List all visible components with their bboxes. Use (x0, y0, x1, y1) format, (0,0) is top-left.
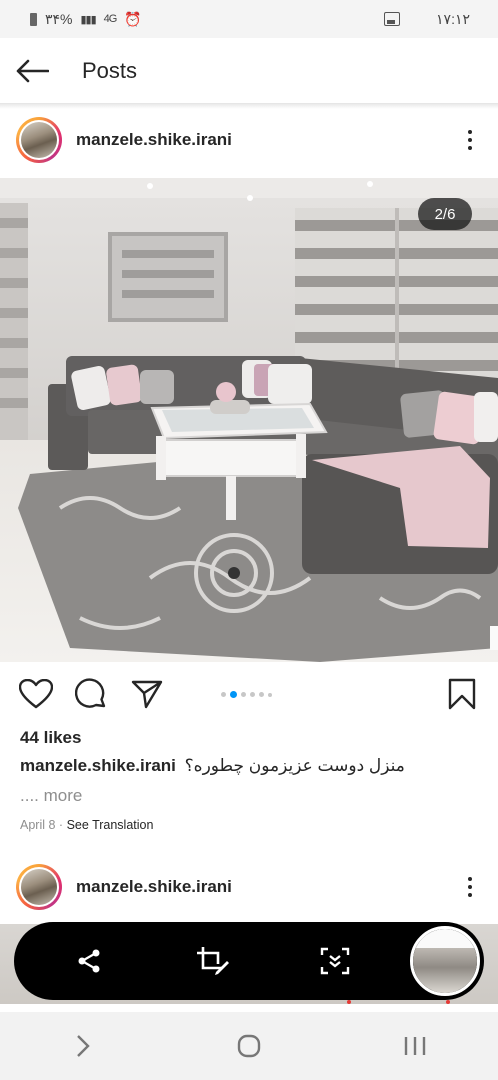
next-post-header: manzele.shike.irani (0, 855, 498, 919)
scroll-capture-icon (320, 947, 350, 975)
bookmark-icon (448, 678, 476, 710)
save-button[interactable] (444, 676, 480, 712)
screenshot-toolbar (14, 922, 484, 1000)
image-counter-badge: 2/6 (418, 198, 472, 230)
like-button[interactable] (18, 676, 54, 712)
indicator-dot (446, 1000, 450, 1004)
comment-icon (75, 678, 106, 708)
recents-icon (404, 1037, 426, 1055)
living-room-photo (0, 178, 498, 662)
carousel-dot (268, 692, 272, 697)
post-actions (0, 662, 498, 726)
home-circle-icon (237, 1034, 261, 1058)
status-time: ۱۷:۱۲ (436, 10, 470, 27)
back-chevron-icon (77, 1035, 90, 1057)
signal-icon: ▮▮▮ (80, 13, 97, 26)
scroll-capture-button[interactable] (318, 944, 352, 978)
status-right: ۱۷:۱۲ (384, 11, 470, 28)
more-options-button[interactable] (468, 130, 472, 150)
carousel-dot-active (230, 691, 237, 698)
system-nav-bar (0, 1012, 498, 1080)
crop-edit-icon (197, 947, 229, 975)
alarm-icon: ⏰ (124, 10, 142, 27)
indicator-dot (347, 1000, 351, 1004)
more-options-button[interactable] (468, 877, 472, 897)
app-header: Posts (0, 38, 498, 104)
arrow-left-icon (16, 59, 49, 82)
caption-username[interactable]: manzele.shike.irani (20, 756, 176, 775)
meta-separator: · (58, 818, 64, 832)
battery-icon (30, 12, 37, 26)
screenshot-thumbnail[interactable] (410, 926, 480, 996)
nav-back-button[interactable] (59, 1022, 107, 1070)
share-button[interactable] (129, 676, 165, 712)
caption: manzele.shike.irani منزل دوست عزیزمون چط… (20, 756, 480, 776)
likes-count[interactable]: 44 likes (20, 728, 81, 748)
avatar-image (21, 869, 57, 905)
status-bar: ۳۴% ▮▮▮ 4G ⏰ ۱۷:۱۲ (0, 0, 498, 38)
carousel-indicator (221, 691, 272, 698)
caption-more-link[interactable]: .... more (20, 786, 82, 806)
screenshot-share-button[interactable] (72, 944, 106, 978)
page-title: Posts (82, 57, 138, 83)
network-type: 4G (103, 13, 118, 25)
carousel-dot (259, 692, 264, 697)
comment-button[interactable] (73, 676, 109, 712)
post-image[interactable]: 2/6 (0, 178, 498, 662)
gallery-icon (384, 12, 401, 26)
carousel-dot (241, 692, 246, 697)
post-date: April 8 (20, 818, 56, 832)
post-header: manzele.shike.irani (0, 108, 498, 172)
avatar[interactable] (16, 117, 62, 163)
post-username[interactable]: manzele.shike.irani (76, 130, 232, 150)
share-icon (78, 949, 100, 973)
nav-home-button[interactable] (225, 1022, 273, 1070)
status-left: ۳۴% ▮▮▮ 4G ⏰ (30, 11, 142, 28)
next-post-username[interactable]: manzele.shike.irani (76, 877, 232, 897)
heart-icon (19, 679, 53, 709)
carousel-dot (221, 692, 226, 697)
back-button[interactable] (12, 51, 52, 91)
caption-text: منزل دوست عزیزمون چطوره؟ (184, 756, 405, 775)
carousel-dot (250, 692, 255, 697)
avatar[interactable] (16, 864, 62, 910)
screenshot-edit-button[interactable] (196, 944, 230, 978)
nav-recents-button[interactable] (391, 1022, 439, 1070)
avatar-image (21, 122, 57, 158)
share-icon (131, 680, 163, 709)
see-translation-link[interactable]: See Translation (67, 818, 154, 832)
battery-percent: ۳۴% (45, 10, 73, 27)
post-meta: April 8 · See Translation (20, 818, 153, 832)
